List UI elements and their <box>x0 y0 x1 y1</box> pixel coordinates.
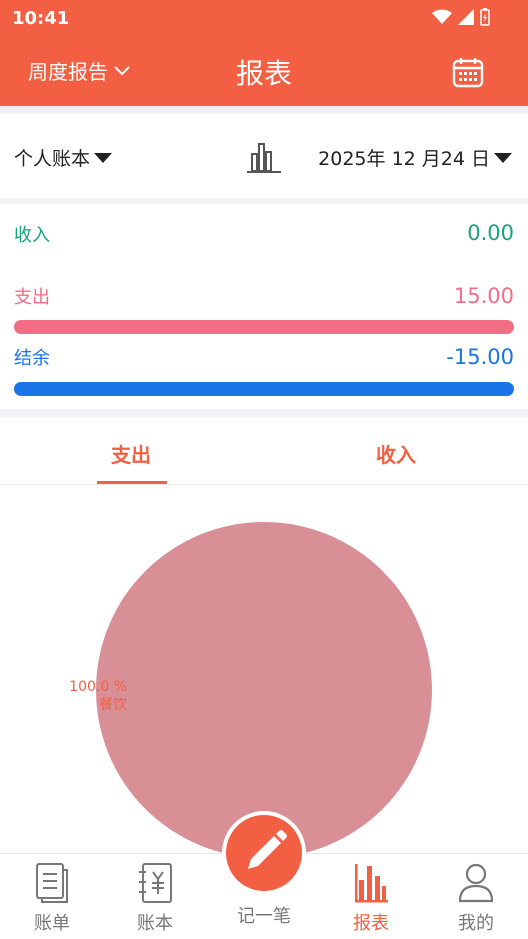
pie-slice-label: 100.0 % 餐饮 <box>40 678 127 714</box>
pie-category-label: 餐饮 <box>99 697 127 713</box>
date-selector[interactable]: 2025年 12 月24 日 <box>318 144 512 171</box>
app-header: 10:41 周度报告 报表 <box>0 0 528 106</box>
filter-bar: 个人账本 2025年 12 月24 日 <box>0 114 528 198</box>
nav-label-ledger: 账本 <box>137 913 173 934</box>
record-button-inner <box>226 815 302 891</box>
dropdown-arrow-icon <box>494 152 512 163</box>
tab-indicator <box>97 481 167 484</box>
nav-item-ledger[interactable]: 账本 <box>105 854 205 939</box>
expense-label: 支出 <box>14 287 50 308</box>
pie-chart <box>96 522 432 857</box>
status-time: 10:41 <box>12 8 70 29</box>
chart-section: 支出 收入 100.0 % 餐饮 <box>0 417 528 857</box>
nav-item-report[interactable]: 报表 <box>321 854 421 939</box>
nav-label-report: 报表 <box>353 913 389 934</box>
pie-slice-0 <box>96 522 432 857</box>
wifi-icon <box>432 9 452 24</box>
ledger-icon <box>139 863 172 903</box>
tab-expense[interactable]: 支出 <box>111 439 151 468</box>
balance-label: 结余 <box>14 348 50 369</box>
balance-value: -15.00 <box>446 345 514 369</box>
app-root: 10:41 周度报告 报表 个人账本 2025年 12 月24 日 收入 0.0… <box>0 0 528 939</box>
nav-label-record: 记一笔 <box>237 906 291 927</box>
type-tabs: 支出 收入 <box>0 417 528 485</box>
nav-item-mine[interactable]: 我的 <box>426 854 526 939</box>
user-icon <box>458 863 494 903</box>
nav-label-mine: 我的 <box>458 913 494 934</box>
balance-bar <box>14 382 514 396</box>
tab-income[interactable]: 收入 <box>376 439 416 468</box>
income-label: 收入 <box>14 225 50 246</box>
calendar-icon[interactable] <box>452 56 484 88</box>
summary-panel: 收入 0.00 支出 15.00 结余 -15.00 <box>0 204 528 409</box>
pie-percent-label: 100.0 % <box>69 679 127 695</box>
bill-icon <box>36 863 68 903</box>
book-selector[interactable]: 个人账本 <box>14 144 113 171</box>
report-chart-icon <box>355 864 388 903</box>
bar-chart-icon[interactable] <box>246 140 282 174</box>
pencil-icon <box>248 830 287 869</box>
book-label: 个人账本 <box>14 148 91 170</box>
date-label: 2025年 12 月24 日 <box>318 148 490 170</box>
dropdown-arrow-icon <box>94 152 113 163</box>
page-title: 报表 <box>235 57 292 90</box>
record-button[interactable] <box>222 811 306 895</box>
income-value: 0.00 <box>467 221 514 245</box>
nav-label-bill: 账单 <box>34 913 70 934</box>
status-icons <box>432 6 490 28</box>
nav-item-bill[interactable]: 账单 <box>2 854 102 939</box>
expense-bar <box>14 320 514 334</box>
battery-icon <box>480 8 490 26</box>
expense-value: 15.00 <box>453 284 514 308</box>
signal-icon <box>458 9 474 25</box>
